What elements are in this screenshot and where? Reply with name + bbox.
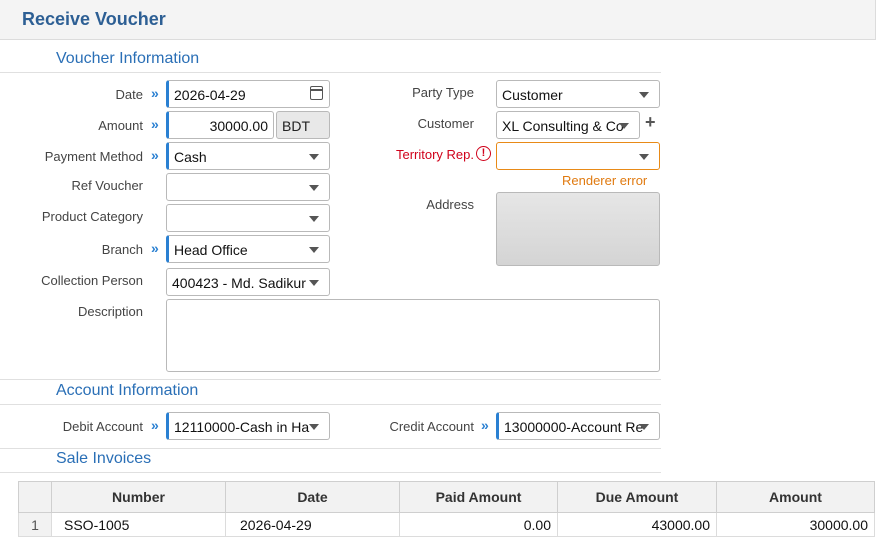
product-category-label: Product Category [41, 209, 143, 224]
caret-down-icon [639, 424, 649, 430]
error-circle-icon: ! [476, 146, 491, 161]
section-voucher-information: Voucher Information [56, 50, 200, 67]
section-divider [0, 72, 661, 73]
column-header-paid-amount[interactable]: Paid Amount [399, 481, 558, 513]
caret-down-icon [639, 92, 649, 98]
payment-method-label: Payment Method [44, 149, 143, 164]
calendar-icon[interactable] [310, 86, 323, 100]
address-field [496, 192, 660, 266]
territory-rep-select[interactable] [496, 142, 660, 170]
party-type-select[interactable]: Customer [496, 80, 660, 108]
double-chevron-right-icon: » [151, 147, 159, 163]
caret-down-icon [619, 123, 629, 129]
column-header-amount[interactable]: Amount [716, 481, 875, 513]
cell-amount[interactable]: 30000.00 [716, 512, 875, 537]
date-field[interactable]: 2026-04-29 [166, 80, 330, 108]
section-divider [0, 448, 661, 449]
credit-account-select[interactable]: 13000000-Account Re [496, 412, 660, 440]
caret-down-icon [309, 216, 319, 222]
caret-down-icon [309, 280, 319, 286]
address-label: Address [426, 197, 474, 212]
customer-select[interactable]: XL Consulting & Co [496, 111, 640, 139]
page-header: Receive Voucher [0, 0, 876, 40]
add-customer-plus-icon[interactable]: + [645, 112, 656, 133]
sale-invoices-table: Number Date Paid Amount Due Amount Amoun… [18, 481, 875, 537]
column-header-number[interactable]: Number [51, 481, 226, 513]
debit-account-label: Debit Account [62, 419, 143, 434]
double-chevron-right-icon: » [151, 116, 159, 132]
row-number-header [18, 481, 52, 513]
caret-down-icon [309, 247, 319, 253]
caret-down-icon [309, 424, 319, 430]
product-category-select[interactable] [166, 204, 330, 232]
ref-voucher-select[interactable] [166, 173, 330, 201]
double-chevron-right-icon: » [151, 417, 159, 433]
territory-rep-error: Renderer error [562, 173, 648, 188]
branch-select[interactable]: Head Office [166, 235, 330, 263]
column-header-date[interactable]: Date [225, 481, 400, 513]
table-header-row: Number Date Paid Amount Due Amount Amoun… [18, 481, 875, 513]
section-sale-invoices: Sale Invoices [56, 450, 152, 467]
payment-method-select[interactable]: Cash [166, 142, 330, 170]
territory-rep-label: Territory Rep. [395, 147, 474, 162]
branch-label: Branch [101, 242, 143, 257]
customer-label: Customer [417, 116, 474, 131]
column-header-due-amount[interactable]: Due Amount [557, 481, 717, 513]
section-divider [0, 404, 661, 405]
row-number: 1 [18, 512, 52, 537]
amount-label: Amount [98, 118, 143, 133]
caret-down-icon [309, 154, 319, 160]
currency-badge: BDT [276, 111, 330, 139]
double-chevron-right-icon: » [151, 85, 159, 101]
caret-down-icon [309, 185, 319, 191]
party-type-label: Party Type [412, 85, 474, 100]
double-chevron-right-icon: » [481, 417, 489, 433]
amount-field[interactable]: 30000.00 [166, 111, 274, 139]
cell-number[interactable]: SSO-1005 [51, 512, 226, 537]
caret-down-icon [639, 154, 649, 160]
credit-account-label: Credit Account [389, 419, 474, 434]
cell-date[interactable]: 2026-04-29 [225, 512, 400, 537]
table-row[interactable]: 1 SSO-1005 2026-04-29 0.00 43000.00 3000… [18, 512, 875, 537]
double-chevron-right-icon: » [151, 240, 159, 256]
ref-voucher-label: Ref Voucher [71, 178, 143, 193]
section-account-information: Account Information [56, 382, 199, 399]
section-divider [0, 472, 661, 473]
collection-person-select[interactable]: 400423 - Md. Sadikur [166, 268, 330, 296]
page-title: Receive Voucher [22, 9, 166, 29]
cell-paid-amount[interactable]: 0.00 [399, 512, 558, 537]
collection-person-label: Collection Person [41, 273, 143, 288]
description-textarea[interactable] [166, 299, 660, 372]
cell-due-amount[interactable]: 43000.00 [557, 512, 717, 537]
date-label: Date [115, 87, 143, 102]
section-divider [0, 379, 661, 380]
description-label: Description [77, 304, 143, 319]
debit-account-select[interactable]: 12110000-Cash in Ha [166, 412, 330, 440]
